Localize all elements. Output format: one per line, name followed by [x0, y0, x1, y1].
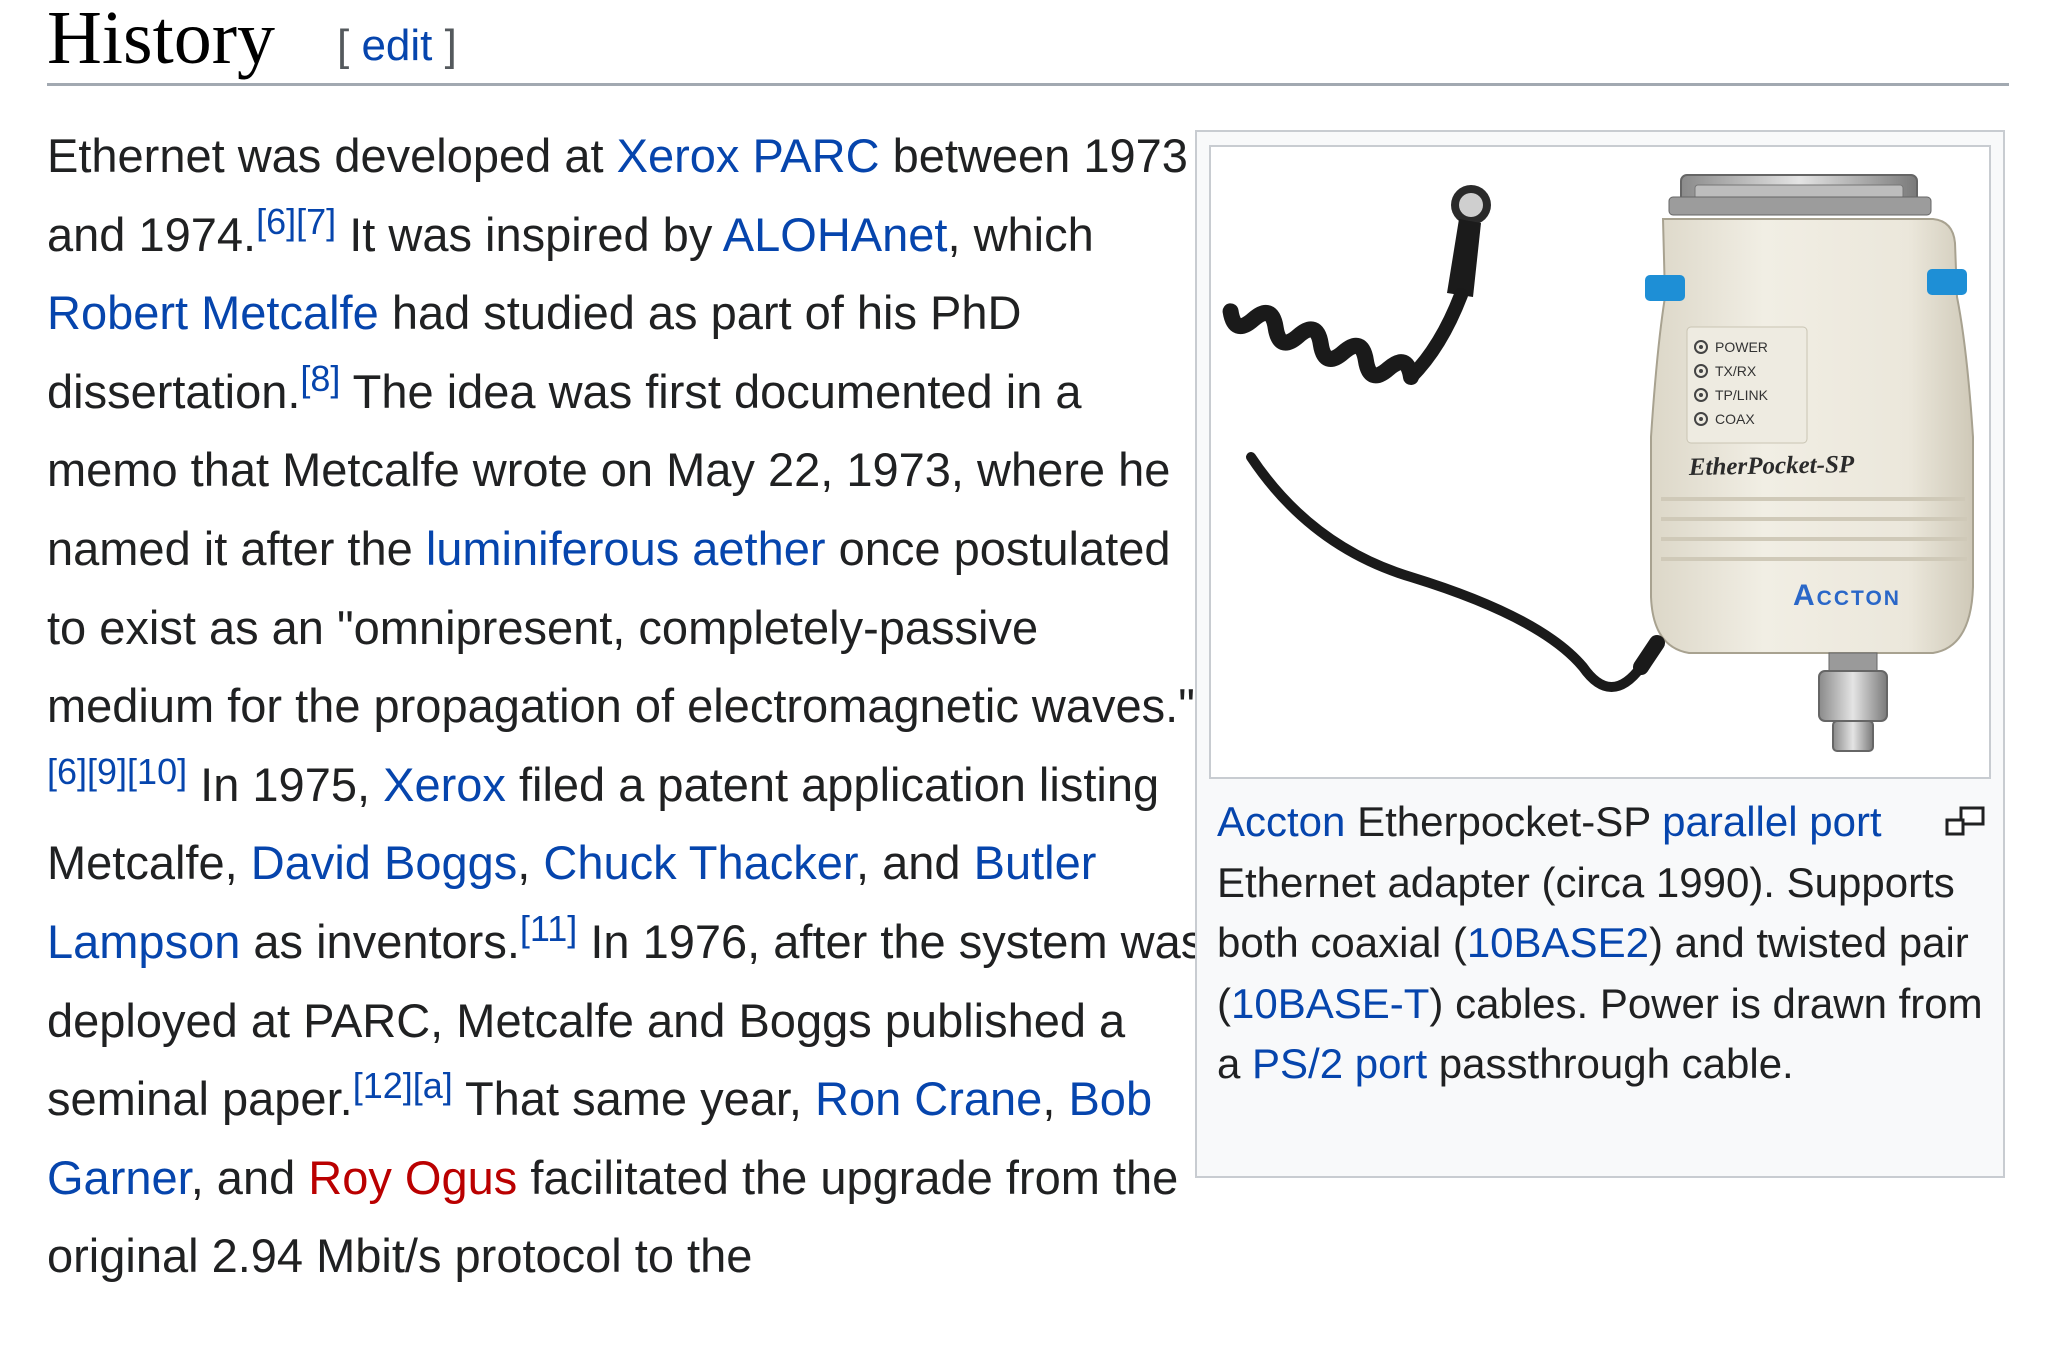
bnc-connector — [1818, 652, 1888, 752]
link-accton[interactable]: Accton — [1217, 798, 1345, 845]
led-label-power: POWER — [1715, 339, 1768, 355]
text-segment: , — [1042, 1072, 1069, 1126]
link-alohanet[interactable]: ALOHAnet — [723, 208, 948, 261]
link-10base-t[interactable]: 10BASE-T — [1231, 980, 1429, 1027]
model-label: EtherPocket-SP — [1688, 451, 1855, 481]
link-parallel-port[interactable]: parallel port — [1662, 798, 1881, 845]
ref-8[interactable]: [8] — [300, 358, 340, 399]
redlink-roy-ogus[interactable]: Roy Ogus — [308, 1151, 517, 1204]
brand-logo: Accton — [1793, 579, 1901, 612]
figure-caption: Accton Etherpocket-SP parallel port Ethe… — [1217, 792, 1985, 1095]
text-segment: Ethernet was developed at — [47, 129, 617, 182]
ref-11[interactable]: [11] — [520, 908, 577, 949]
caption-text: passthrough cable. — [1427, 1040, 1794, 1087]
adapter-photo[interactable]: POWER TX/RX TP/LINK COAX EtherPocket-SP … — [1209, 145, 1991, 779]
link-david-boggs[interactable]: David Boggs — [251, 836, 518, 889]
led-panel: POWER TX/RX TP/LINK COAX — [1686, 326, 1808, 444]
db25-connector — [1668, 174, 1932, 216]
led-label-coax: COAX — [1715, 411, 1755, 427]
caption-text: Etherpocket-SP — [1345, 798, 1663, 845]
text-segment: In 1975, — [187, 757, 384, 811]
ref-6-7[interactable]: [6][7] — [256, 201, 336, 242]
link-robert-metcalfe[interactable]: Robert Metcalfe — [47, 286, 379, 339]
text-segment: as inventors. — [240, 914, 520, 968]
link-luminiferous-aether[interactable]: luminiferous aether — [426, 522, 826, 575]
edit-bracket-close: ] — [432, 21, 457, 70]
link-xerox-parc[interactable]: Xerox PARC — [617, 129, 880, 182]
left-blue-clip — [1645, 275, 1685, 301]
edit-section-link[interactable]: edit — [361, 21, 432, 70]
link-10base2[interactable]: 10BASE2 — [1467, 919, 1649, 966]
ps2-cable — [1222, 185, 1665, 692]
right-blue-clip — [1927, 269, 1967, 295]
link-xerox[interactable]: Xerox — [383, 758, 506, 811]
adapter-illustration: POWER TX/RX TP/LINK COAX EtherPocket-SP … — [1222, 174, 1974, 752]
link-ron-crane[interactable]: Ron Crane — [815, 1072, 1042, 1125]
magnify-icon[interactable] — [1945, 806, 1985, 838]
ref-12-a[interactable]: [12][a] — [353, 1065, 453, 1106]
text-segment: That same year, — [452, 1072, 816, 1126]
led-label-txrx: TX/RX — [1715, 363, 1757, 379]
led-label-tplink: TP/LINK — [1715, 387, 1769, 403]
edit-bracket-open: [ — [337, 21, 362, 70]
ref-6-9-10[interactable]: [6][9][10] — [47, 751, 187, 792]
section-title: History — [47, 0, 275, 80]
text-segment: It was inspired by — [336, 207, 723, 261]
text-segment: , — [517, 836, 544, 890]
link-ps2-port[interactable]: PS/2 port — [1252, 1040, 1427, 1087]
thumbnail-figure: POWER TX/RX TP/LINK COAX EtherPocket-SP … — [1195, 130, 2005, 1178]
text-segment: , which — [947, 207, 1094, 261]
text-segment: , and — [856, 836, 974, 890]
text-segment: , and — [190, 1150, 309, 1204]
link-chuck-thacker[interactable]: Chuck Thacker — [543, 836, 856, 889]
edit-section: [ edit ] — [337, 20, 457, 72]
